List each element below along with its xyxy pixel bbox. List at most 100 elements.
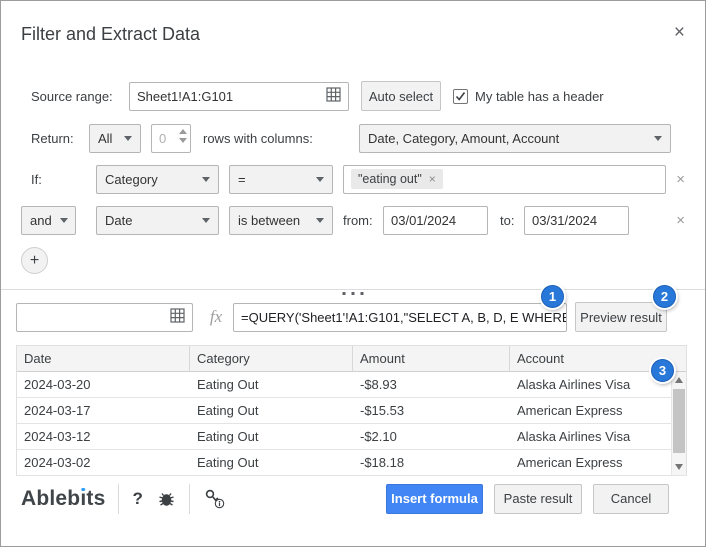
table-scrollbar[interactable] [671,372,686,475]
cancel-button[interactable]: Cancel [593,483,669,514]
paste-result-button[interactable]: Paste result [494,483,582,514]
cell-date: 2024-03-20 [24,377,91,392]
condition2-operator-value: is between [238,212,301,228]
row-count-value: 0 [159,130,167,146]
date-to-value: 03/31/2024 [532,212,598,228]
chip-text: "eating out" [358,172,422,186]
source-range-value: Sheet1!A1:G101 [137,88,234,104]
return-columns-select[interactable]: Date, Category, Amount, Account [359,123,671,153]
splitter-divider [1,289,705,290]
cell-date: 2024-03-02 [24,455,91,470]
condition2-logic-value: and [30,212,52,228]
logo-text: ts [86,486,106,510]
footer-separator [188,483,190,514]
date-from-input[interactable]: 03/01/2024 [383,205,488,235]
logo-text: Ableb [21,486,81,510]
date-to-input[interactable]: 03/31/2024 [524,205,629,235]
filter-extract-dialog: Filter and Extract Data × Source range: … [0,0,706,547]
insert-formula-button[interactable]: Insert formula [386,483,483,514]
auto-select-button[interactable]: Auto select [361,81,441,111]
chevron-down-icon [124,135,132,141]
source-range-label: Source range: [31,88,113,104]
range-picker-icon[interactable] [326,87,341,105]
return-columns-value: Date, Category, Amount, Account [368,130,560,146]
return-label: Return: [31,130,74,146]
cell-account: American Express [517,403,623,418]
callout-badge-2: 2 [653,285,676,308]
return-mode-select[interactable]: All [89,123,141,153]
condition1-remove-icon[interactable]: × [676,172,685,187]
table-row: 2024-03-02 Eating Out -$18.18 American E… [17,450,686,476]
condition2-field-value: Date [105,212,133,228]
scroll-down-icon[interactable] [675,464,683,470]
row-count-stepper[interactable]: 0 [151,123,191,153]
footer-separator [118,483,120,514]
cell-category: Eating Out [197,429,259,444]
formula-text: =QUERY('Sheet1'!A1:G101,"SELECT A, B, D,… [241,309,567,325]
if-label: If: [31,171,42,187]
condition1-operator-select[interactable]: = [229,164,333,194]
cell-account: Alaska Airlines Visa [517,429,631,444]
column-header-date: Date [17,346,190,371]
source-range-input[interactable]: Sheet1!A1:G101 [129,81,349,111]
cell-amount: -$15.53 [360,403,405,418]
chevron-down-icon [654,135,662,141]
cell-account: American Express [517,455,623,470]
scrollbar-thumb[interactable] [673,389,685,453]
condition1-value-input[interactable]: "eating out" × [343,164,667,194]
condition2-remove-icon[interactable]: × [676,213,685,228]
callout-badge-3: 3 [651,359,674,382]
chevron-down-icon [316,176,324,182]
stepper-down-icon[interactable] [179,137,187,143]
license-key-icon[interactable] [203,488,227,509]
help-icon[interactable]: ? [132,489,142,509]
fx-icon: fx [209,307,223,326]
rows-with-columns-label: rows with columns: [203,130,313,146]
dialog-footer: Ablebıts ? Insert formula Paste result C… [21,483,669,514]
callout-badge-1: 1 [541,285,564,308]
chevron-down-icon [202,217,210,223]
condition2-logic-select[interactable]: and [21,205,76,235]
table-has-header-checkbox[interactable]: My table has a header [453,88,604,104]
condition2-field-select[interactable]: Date [96,205,219,235]
chip-remove-icon[interactable]: × [429,172,436,186]
table-header-row: Date Category Amount Account [17,346,686,372]
cell-date: 2024-03-12 [24,429,91,444]
formula-input[interactable]: =QUERY('Sheet1'!A1:G101,"SELECT A, B, D,… [233,302,567,332]
column-header-category: Category [190,346,353,371]
stepper-up-icon[interactable] [179,128,187,134]
cell-date: 2024-03-17 [24,403,91,418]
results-table: Date Category Amount Account 2024-03-20 … [16,345,687,476]
condition1-operator-value: = [238,171,246,187]
close-icon[interactable]: × [674,23,685,42]
cell-amount: -$8.93 [360,377,397,392]
condition1-field-value: Category [105,171,158,187]
condition2-operator-select[interactable]: is between [229,205,333,235]
table-row: 2024-03-17 Eating Out -$15.53 American E… [17,398,686,424]
add-condition-button[interactable]: + [21,247,48,274]
dialog-title: Filter and Extract Data [21,23,201,44]
date-from-value: 03/01/2024 [391,212,457,228]
chevron-down-icon [59,217,68,223]
target-cell-input[interactable] [16,302,193,332]
chevron-down-icon [202,176,210,182]
cell-category: Eating Out [197,455,259,470]
cell-amount: -$2.10 [360,429,397,444]
condition1-field-select[interactable]: Category [96,164,219,194]
report-bug-icon[interactable] [157,489,176,508]
range-picker-icon[interactable] [170,308,185,326]
scroll-up-icon[interactable] [675,377,683,383]
ablebits-logo: Ablebıts [21,487,105,511]
from-label: from: [343,212,373,228]
condition1-value-chip: "eating out" × [351,169,443,189]
logo-i-dot: ı [80,486,87,510]
stepper-arrows[interactable] [179,128,187,143]
chevron-down-icon [316,217,324,223]
cell-category: Eating Out [197,403,259,418]
cell-category: Eating Out [197,377,259,392]
column-header-amount: Amount [353,346,510,371]
preview-result-button[interactable]: Preview result [575,302,667,332]
cell-amount: -$18.18 [360,455,405,470]
splitter-drag-handle[interactable] [342,292,364,295]
checkbox-checked-icon[interactable] [453,88,468,104]
